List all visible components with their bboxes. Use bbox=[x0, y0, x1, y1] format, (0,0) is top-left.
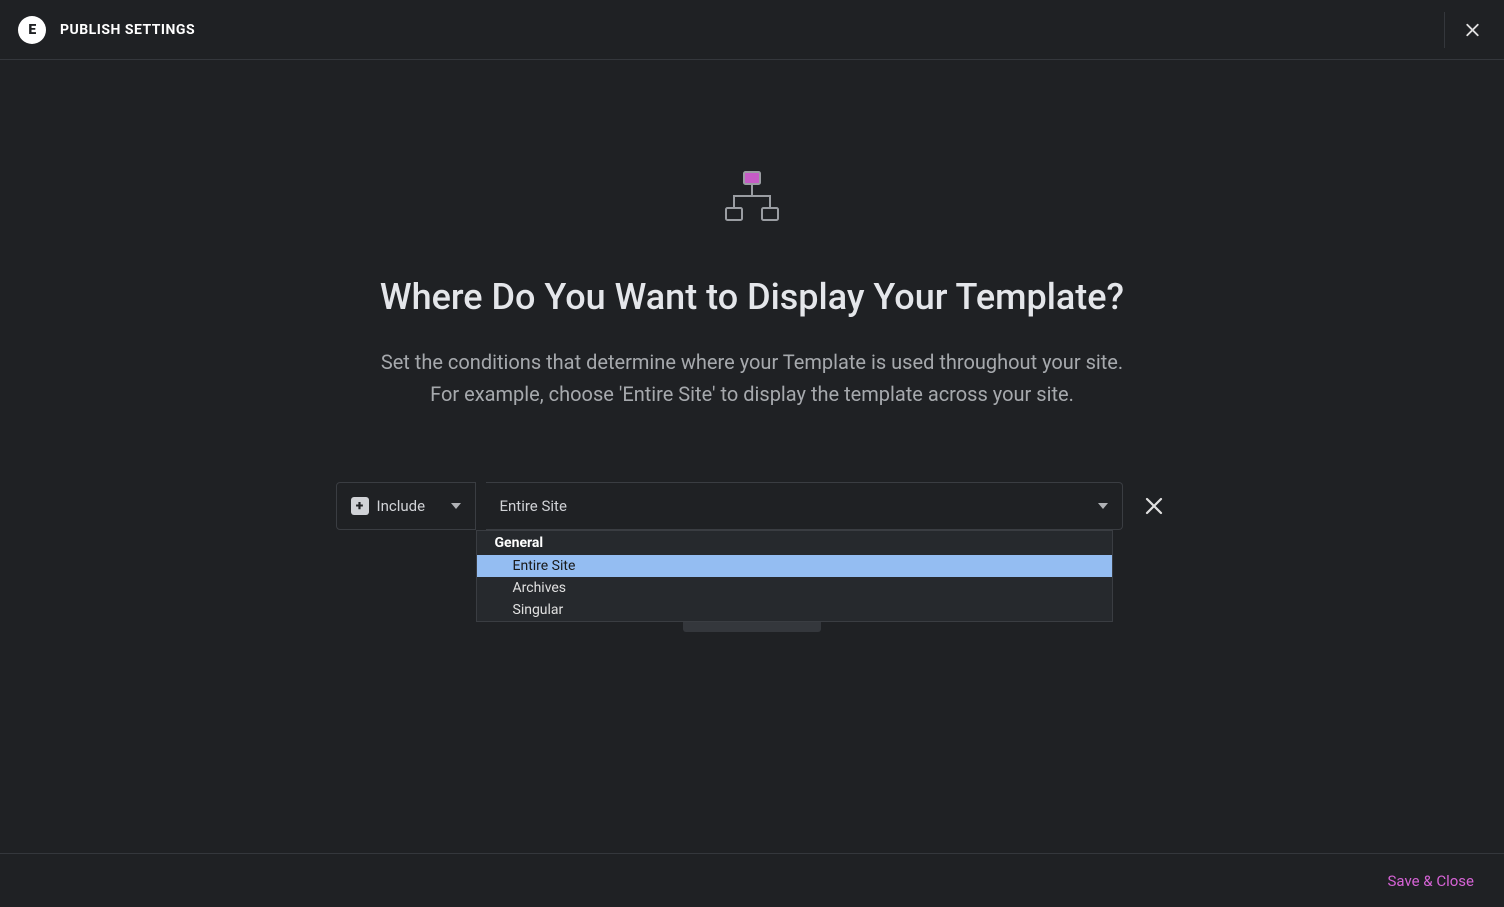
modal-header: E PUBLISH SETTINGS bbox=[0, 0, 1504, 60]
dropdown-option-singular[interactable]: Singular bbox=[477, 599, 1112, 621]
sitemap-icon bbox=[722, 170, 782, 228]
modal-title: PUBLISH SETTINGS bbox=[60, 22, 195, 38]
close-icon bbox=[1145, 497, 1163, 515]
remove-condition-button[interactable] bbox=[1139, 497, 1169, 515]
description-line-1: Set the conditions that determine where … bbox=[381, 350, 1123, 374]
condition-row: + Include Entire Site General Entire Sit… bbox=[336, 482, 1169, 530]
save-close-button[interactable]: Save & Close bbox=[1387, 872, 1474, 890]
dropdown-option-archives[interactable]: Archives bbox=[477, 577, 1112, 599]
dropdown-option-entire-site[interactable]: Entire Site bbox=[477, 555, 1112, 577]
location-select[interactable]: Entire Site bbox=[486, 482, 1123, 530]
publish-settings-modal: E PUBLISH SETTINGS Where Do You Want to … bbox=[0, 0, 1504, 907]
close-icon bbox=[1465, 20, 1480, 40]
location-selected-value: Entire Site bbox=[500, 497, 567, 515]
description-text: Set the conditions that determine where … bbox=[381, 346, 1123, 410]
elementor-logo-icon: E bbox=[18, 16, 46, 44]
close-button[interactable] bbox=[1444, 12, 1480, 48]
description-line-2: For example, choose 'Entire Site' to dis… bbox=[430, 382, 1074, 406]
header-left: E PUBLISH SETTINGS bbox=[18, 16, 195, 44]
caret-down-icon bbox=[451, 503, 461, 509]
include-label: Include bbox=[377, 497, 426, 515]
plus-icon: + bbox=[351, 497, 369, 515]
dropdown-group-label: General bbox=[477, 531, 1112, 555]
modal-footer: Save & Close bbox=[0, 853, 1504, 907]
include-exclude-select[interactable]: + Include bbox=[336, 482, 476, 530]
modal-body: Where Do You Want to Display Your Templa… bbox=[0, 60, 1504, 853]
main-heading: Where Do You Want to Display Your Templa… bbox=[380, 276, 1124, 318]
caret-down-icon bbox=[1098, 503, 1108, 509]
location-dropdown: General Entire Site Archives Singular bbox=[476, 530, 1113, 622]
